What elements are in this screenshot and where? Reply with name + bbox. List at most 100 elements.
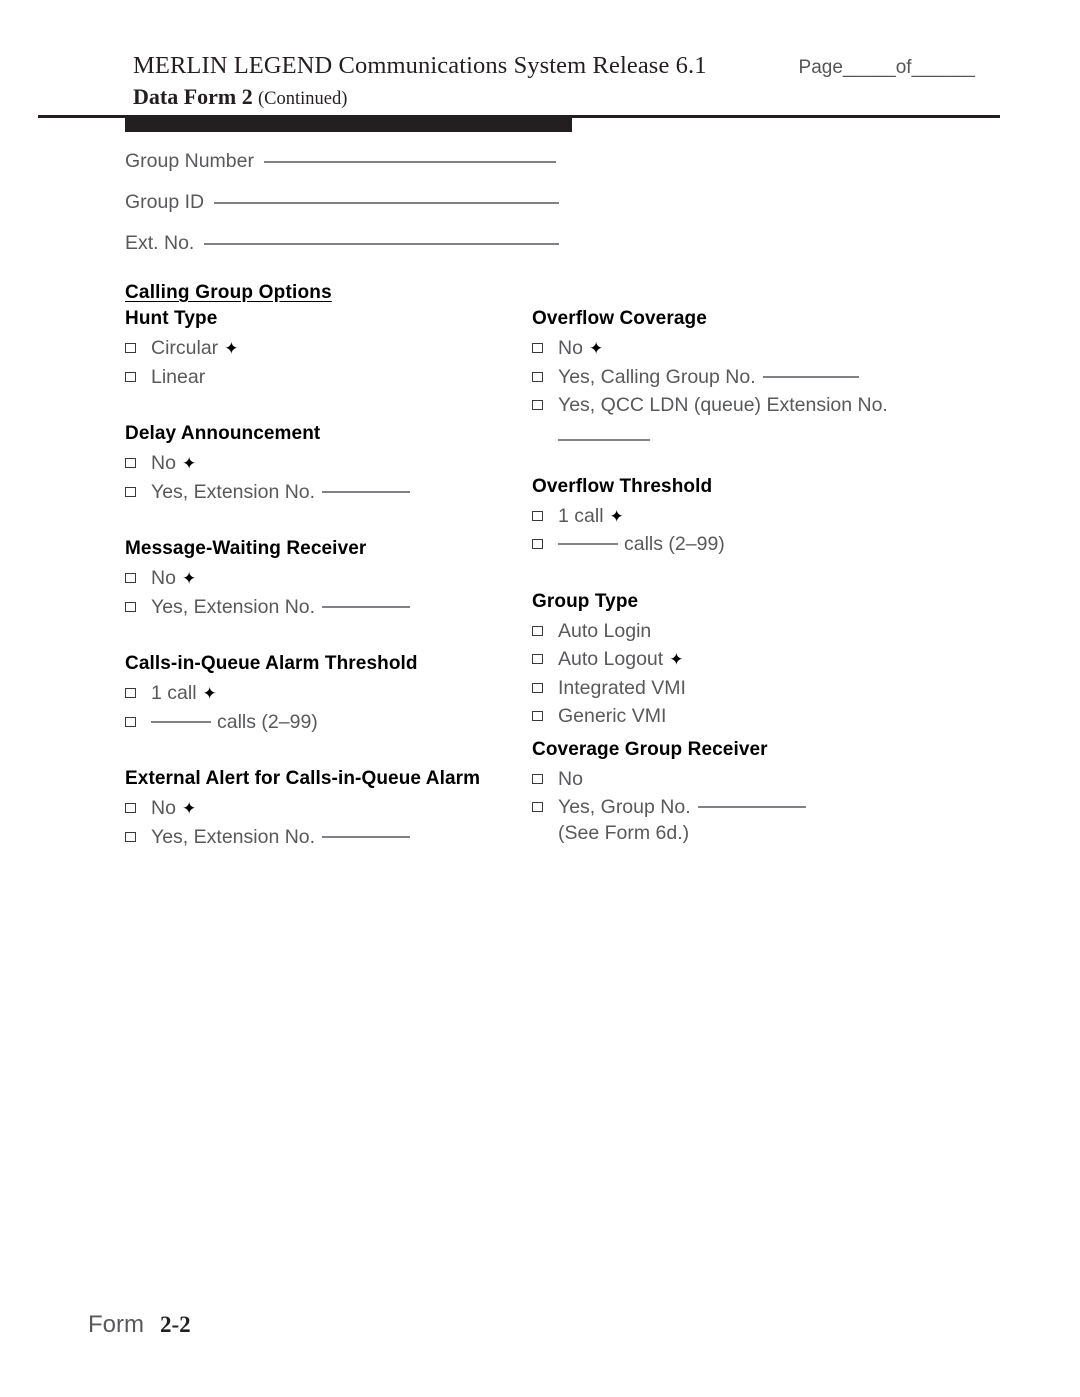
option-mwr-yes-extension[interactable]: Yes, Extension No. [125, 597, 525, 618]
checkbox-empty-icon[interactable] [125, 371, 140, 386]
default-marker-icon: ✦ [181, 569, 197, 588]
checkbox-empty-icon[interactable] [125, 573, 140, 587]
checkbox-empty-icon[interactable] [532, 510, 547, 525]
section-title: Calling Group Options [125, 282, 332, 303]
page-number-field[interactable]: Page_____of______ [799, 57, 975, 79]
page-header: MERLIN LEGEND Communications System Rele… [133, 52, 1013, 110]
option-label: No ✦ [151, 567, 197, 589]
coverage-group-receiver-heading: Coverage Group Receiver [532, 738, 768, 760]
overflow-calling-group-input[interactable] [762, 375, 859, 378]
option-label: Integrated VMI [558, 676, 686, 699]
checkbox-empty-icon[interactable] [125, 486, 140, 501]
option-label: Yes, Extension No. [151, 597, 411, 618]
option-coverage-group-receiver-yes[interactable]: Yes, Group No. [532, 797, 962, 818]
mwr-extension-input[interactable] [322, 605, 411, 608]
footer-form-number: 2-2 [160, 1312, 191, 1337]
option-external-alert-no[interactable]: No ✦ [125, 797, 525, 819]
option-group-type-integrated-vmi[interactable]: Integrated VMI [532, 676, 962, 699]
checkbox-empty-icon[interactable] [532, 371, 547, 386]
block-calls-in-queue-alarm-threshold: Calls-in-Queue Alarm Threshold 1 call ✦ c… [125, 653, 525, 732]
block-external-alert: External Alert for Calls-in-Queue Alarm … [125, 768, 525, 847]
group-id-row: Group ID [125, 191, 685, 214]
checkbox-empty-icon[interactable] [532, 625, 547, 640]
option-label: Yes, Extension No. [151, 827, 411, 848]
top-fields-group: Group Number Group ID Ext. No. [125, 150, 685, 273]
external-alert-extension-input[interactable] [322, 835, 411, 838]
option-delay-yes-extension[interactable]: Yes, Extension No. [125, 482, 525, 503]
option-overflow-threshold-n-calls[interactable]: calls (2–99) [532, 534, 962, 555]
option-external-alert-yes-extension[interactable]: Yes, Extension No. [125, 827, 525, 848]
option-group-type-auto-logout[interactable]: Auto Logout ✦ [532, 649, 962, 670]
checkbox-empty-icon[interactable] [532, 802, 547, 816]
left-column: Hunt Type Circular ✦ Linear Delay Announc… [125, 308, 525, 847]
default-marker-icon: ✦ [224, 339, 239, 358]
message-waiting-receiver-heading: Message-Waiting Receiver [125, 538, 367, 559]
checkbox-empty-icon[interactable] [125, 803, 140, 817]
overflow-threshold-heading: Overflow Threshold [532, 475, 713, 497]
block-hunt-type: Hunt Type Circular ✦ Linear [125, 308, 525, 387]
option-overflow-coverage-no[interactable]: No ✦ [532, 337, 962, 359]
calls-in-queue-alarm-threshold-heading: Calls-in-Queue Alarm Threshold [125, 653, 418, 674]
ext-no-row: Ext. No. [125, 232, 685, 255]
option-overflow-coverage-qcc-ldn[interactable]: Yes, QCC LDN (queue) Extension No. [532, 394, 962, 416]
block-message-waiting-receiver: Message-Waiting Receiver No ✦ Yes, Extens… [125, 538, 525, 617]
checkbox-empty-icon[interactable] [532, 654, 547, 668]
qcc-ldn-extension-input[interactable] [558, 438, 650, 441]
option-overflow-coverage-calling-group[interactable]: Yes, Calling Group No. [532, 367, 962, 388]
option-coverage-group-receiver-no[interactable]: No [532, 767, 962, 790]
checkbox-empty-icon[interactable] [125, 458, 140, 472]
block-overflow-coverage: Overflow Coverage No ✦ Yes, Calling Group… [532, 308, 962, 446]
option-hunt-type-linear[interactable]: Linear [125, 367, 525, 388]
checkbox-empty-icon[interactable] [532, 400, 547, 414]
option-hunt-type-circular[interactable]: Circular ✦ [125, 338, 525, 359]
option-label: calls (2–99) [558, 534, 725, 555]
option-mwr-no[interactable]: No ✦ [125, 567, 525, 589]
default-marker-icon: ✦ [669, 650, 684, 669]
default-marker-icon: ✦ [588, 339, 604, 358]
form-continued-label: (Continued) [258, 89, 348, 109]
option-group-type-auto-login[interactable]: Auto Login [532, 621, 962, 642]
ciq-calls-input[interactable] [151, 720, 211, 723]
checkbox-empty-icon[interactable] [532, 773, 547, 788]
checkbox-empty-icon[interactable] [532, 682, 547, 697]
checkbox-empty-icon[interactable] [125, 716, 140, 731]
option-overflow-threshold-one-call[interactable]: 1 call ✦ [532, 506, 962, 527]
option-group-type-generic-vmi[interactable]: Generic VMI [532, 705, 962, 727]
overflow-coverage-heading: Overflow Coverage [532, 308, 707, 329]
overflow-threshold-calls-input[interactable] [558, 543, 618, 545]
option-label: Generic VMI [558, 705, 667, 727]
footer-form-label: Form [88, 1311, 144, 1338]
group-type-heading: Group Type [532, 590, 639, 612]
form-title-line: Data Form 2 (Continued) [133, 84, 707, 110]
block-overflow-threshold: Overflow Threshold 1 call ✦ calls (2–99) [532, 476, 962, 555]
ext-no-label: Ext. No. [125, 232, 195, 254]
option-label: No [558, 767, 583, 790]
block-delay-announcement: Delay Announcement No ✦ Yes, Extension No… [125, 423, 525, 502]
checkbox-empty-icon[interactable] [532, 539, 547, 553]
header-thick-bar [125, 118, 572, 132]
group-number-input[interactable] [263, 161, 556, 163]
ext-no-input[interactable] [204, 243, 560, 245]
option-label: Yes, Extension No. [151, 482, 411, 503]
option-ciq-n-calls[interactable]: calls (2–99) [125, 712, 525, 733]
default-marker-icon: ✦ [202, 684, 217, 703]
checkbox-empty-icon[interactable] [125, 343, 140, 357]
checkbox-empty-icon[interactable] [125, 831, 140, 846]
header-row: MERLIN LEGEND Communications System Rele… [133, 52, 1013, 110]
checkbox-empty-icon[interactable] [125, 601, 140, 616]
checkbox-empty-icon[interactable] [125, 688, 140, 702]
option-label: Yes, Calling Group No. [558, 367, 859, 388]
option-label: No ✦ [558, 337, 604, 359]
option-label: No ✦ [151, 797, 197, 819]
coverage-group-no-input[interactable] [697, 806, 806, 808]
group-id-input[interactable] [214, 202, 560, 204]
option-label: Yes, QCC LDN (queue) Extension No. [558, 394, 888, 416]
checkbox-empty-icon[interactable] [532, 343, 547, 357]
option-delay-no[interactable]: No ✦ [125, 453, 525, 474]
delay-extension-input[interactable] [322, 490, 411, 493]
checkbox-empty-icon[interactable] [532, 711, 547, 725]
option-ciq-one-call[interactable]: 1 call ✦ [125, 683, 525, 704]
